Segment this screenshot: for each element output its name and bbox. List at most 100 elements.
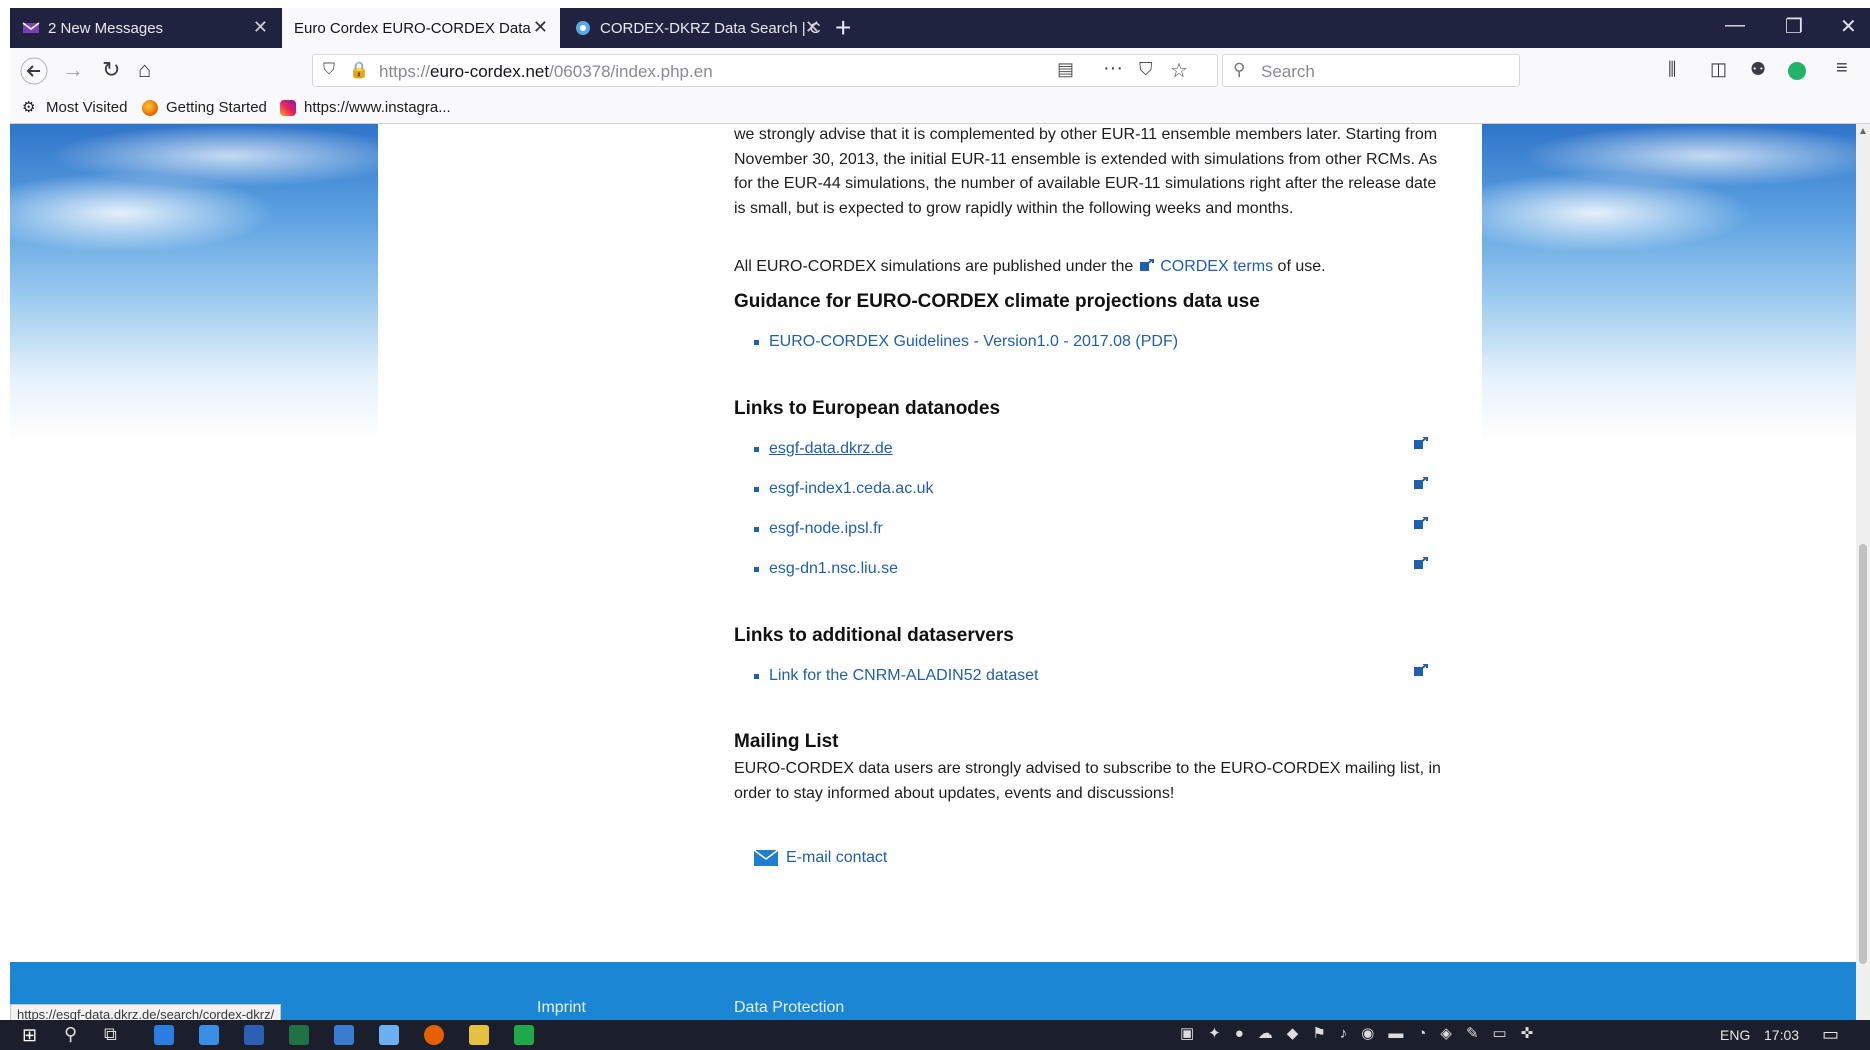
cnrm-dataset-link[interactable]: Link for the CNRM-ALADIN52 dataset <box>769 664 1038 689</box>
new-tab-button[interactable]: + <box>835 12 851 44</box>
bullet <box>754 673 759 679</box>
ie-icon[interactable] <box>199 1025 219 1045</box>
file-explorer-icon[interactable] <box>469 1025 489 1045</box>
firefox-icon <box>142 99 158 116</box>
list-item: EURO-CORDEX Guidelines - Version1.0 - 20… <box>754 330 1178 355</box>
close-window-icon[interactable]: ✕ <box>1840 14 1857 39</box>
guidance-heading: Guidance for EURO-CORDEX climate project… <box>734 291 1260 312</box>
guidelines-pdf-link[interactable]: EURO-CORDEX Guidelines - Version1.0 - 20… <box>769 330 1178 355</box>
tab-euro-cordex[interactable]: Euro Cordex EURO-CORDEX Data ✕ <box>282 8 560 48</box>
scrollbar-thumb[interactable] <box>1859 544 1867 964</box>
terms-suffix: of use. <box>1277 258 1326 275</box>
menu-icon[interactable]: ≡ <box>1836 57 1848 80</box>
list-item: esg-dn1.nsc.liu.se <box>754 557 898 582</box>
tab-title: CORDEX-DKRZ Data Search | C <box>600 19 821 37</box>
url-host: euro-cordex.net <box>430 62 550 81</box>
tab-strip: 2 New Messages ✕ Euro Cordex EURO-CORDEX… <box>10 8 1870 48</box>
close-tab-icon[interactable]: ✕ <box>805 17 820 38</box>
datanode-link-ceda[interactable]: esgf-index1.ceda.ac.uk <box>769 477 934 502</box>
lock-icon[interactable]: 🔒 <box>349 60 369 80</box>
vertical-scrollbar[interactable]: ▲ ▼ <box>1856 124 1870 1050</box>
list-item: esgf-node.ipsl.fr <box>754 517 883 542</box>
shield-icon[interactable]: ⛉ <box>323 61 335 79</box>
close-tab-icon[interactable]: ✕ <box>253 17 268 38</box>
home-icon[interactable]: ⌂ <box>138 57 151 83</box>
bookmarks-toolbar: ⚙ Most Visited Getting Started https://w… <box>10 92 1870 124</box>
external-link-icon[interactable] <box>1414 437 1428 449</box>
app-icon-green[interactable] <box>514 1025 534 1045</box>
bullet <box>754 446 759 452</box>
bullet <box>754 339 759 345</box>
restore-icon[interactable]: ❐ <box>1785 14 1803 39</box>
clock[interactable]: 17:03 <box>1764 1027 1799 1043</box>
bookmark-label: Getting Started <box>166 99 267 116</box>
notifications-icon[interactable]: ▭ <box>1822 1024 1839 1045</box>
datanode-link-nsc[interactable]: esg-dn1.nsc.liu.se <box>769 557 898 582</box>
app-icon[interactable] <box>379 1025 399 1045</box>
data-protection-link[interactable]: Data Protection <box>734 999 844 1017</box>
datanode-link-dkrz[interactable]: esgf-data.dkrz.de <box>769 437 893 462</box>
system-tray-icons[interactable]: ▣✦●☁◆⚑♪◉▬◔◈✎▭✜ <box>1180 1024 1547 1042</box>
reader-view-icon[interactable]: ▤ <box>1057 59 1074 80</box>
search-icon[interactable]: ⚲ <box>64 1024 77 1045</box>
bookmark-most-visited[interactable]: ⚙ Most Visited <box>22 99 127 116</box>
sync-icon[interactable] <box>1788 60 1806 86</box>
imprint-link[interactable]: Imprint <box>537 999 586 1017</box>
task-view-icon[interactable]: ⧉ <box>104 1024 117 1045</box>
scroll-up-icon[interactable]: ▲ <box>1858 126 1868 137</box>
tab-cordex-dkrz[interactable]: CORDEX-DKRZ Data Search | C ✕ <box>562 8 832 48</box>
browser-window: 2 New Messages ✕ Euro Cordex EURO-CORDEX… <box>10 8 1870 1050</box>
bookmark-getting-started[interactable]: Getting Started <box>142 99 267 116</box>
reload-icon[interactable]: ↻ <box>102 57 120 83</box>
edge-icon[interactable] <box>154 1025 174 1045</box>
bullet <box>754 526 759 532</box>
search-placeholder: Search <box>1261 62 1315 81</box>
library-icon[interactable]: ⫼ <box>1668 59 1676 80</box>
address-bar[interactable]: ⛉ 🔒 https://euro-cordex.net/060378/index… <box>312 54 1218 87</box>
dataservers-heading: Links to additional dataservers <box>734 625 1014 646</box>
sidebar-icon[interactable]: ◫ <box>1710 59 1727 80</box>
extension-icon[interactable]: ⚉ <box>1750 59 1766 80</box>
minimize-icon[interactable]: — <box>1725 14 1745 37</box>
tab-title: 2 New Messages <box>48 19 164 37</box>
url-prefix: https:// <box>379 62 431 81</box>
bookmark-instagram[interactable]: https://www.instagra... <box>280 99 451 116</box>
more-actions-icon[interactable]: ··· <box>1103 57 1123 80</box>
pocket-icon[interactable]: ⛉ <box>1139 59 1153 80</box>
url-text[interactable]: https://euro-cordex.net/060378/index.php… <box>379 62 713 82</box>
web-page: we strongly advise that it is complement… <box>10 124 1856 1050</box>
back-button[interactable] <box>20 57 48 91</box>
close-tab-icon[interactable]: ✕ <box>533 17 548 38</box>
url-path: /060378/index.php.en <box>549 62 713 81</box>
email-contact-link[interactable]: E-mail contact <box>786 846 887 871</box>
search-bar[interactable]: ⚲ Search <box>1222 54 1520 87</box>
instagram-icon <box>280 99 296 116</box>
list-item: Link for the CNRM-ALADIN52 dataset <box>754 664 1038 689</box>
external-link-icon[interactable] <box>1414 664 1428 676</box>
word-icon[interactable] <box>244 1025 264 1045</box>
gear-icon: ⚙ <box>22 98 36 116</box>
forward-arrow-icon[interactable]: → <box>62 57 84 83</box>
globe-icon <box>576 21 590 35</box>
mail-app-icon[interactable] <box>334 1025 354 1045</box>
external-link-icon[interactable] <box>1414 517 1428 529</box>
excel-icon[interactable] <box>289 1025 309 1045</box>
external-link-icon[interactable] <box>1414 477 1428 489</box>
windows-start-icon[interactable]: ⊞ <box>22 1025 37 1046</box>
terms-prefix: All EURO-CORDEX simulations are publishe… <box>734 258 1134 275</box>
language-indicator[interactable]: ENG <box>1720 1027 1750 1043</box>
tab-messages[interactable]: 2 New Messages ✕ <box>10 8 280 48</box>
screen-edge <box>0 0 10 1050</box>
external-link-icon[interactable] <box>1414 557 1428 569</box>
email-icon <box>754 850 778 867</box>
bookmark-label: Most Visited <box>46 99 128 116</box>
mail-icon <box>22 22 40 33</box>
tab-title: Euro Cordex EURO-CORDEX Data <box>294 19 531 37</box>
cordex-terms-link[interactable]: CORDEX terms <box>1160 258 1273 275</box>
bullet <box>754 486 759 492</box>
bookmark-star-icon[interactable]: ☆ <box>1170 58 1188 83</box>
navigation-toolbar: → ↻ ⌂ ⛉ 🔒 https://euro-cordex.net/060378… <box>10 48 1870 92</box>
intro-paragraph: we strongly advise that it is complement… <box>734 126 1438 217</box>
firefox-taskbar-icon[interactable] <box>424 1025 444 1045</box>
datanode-link-ipsl[interactable]: esgf-node.ipsl.fr <box>769 517 883 542</box>
